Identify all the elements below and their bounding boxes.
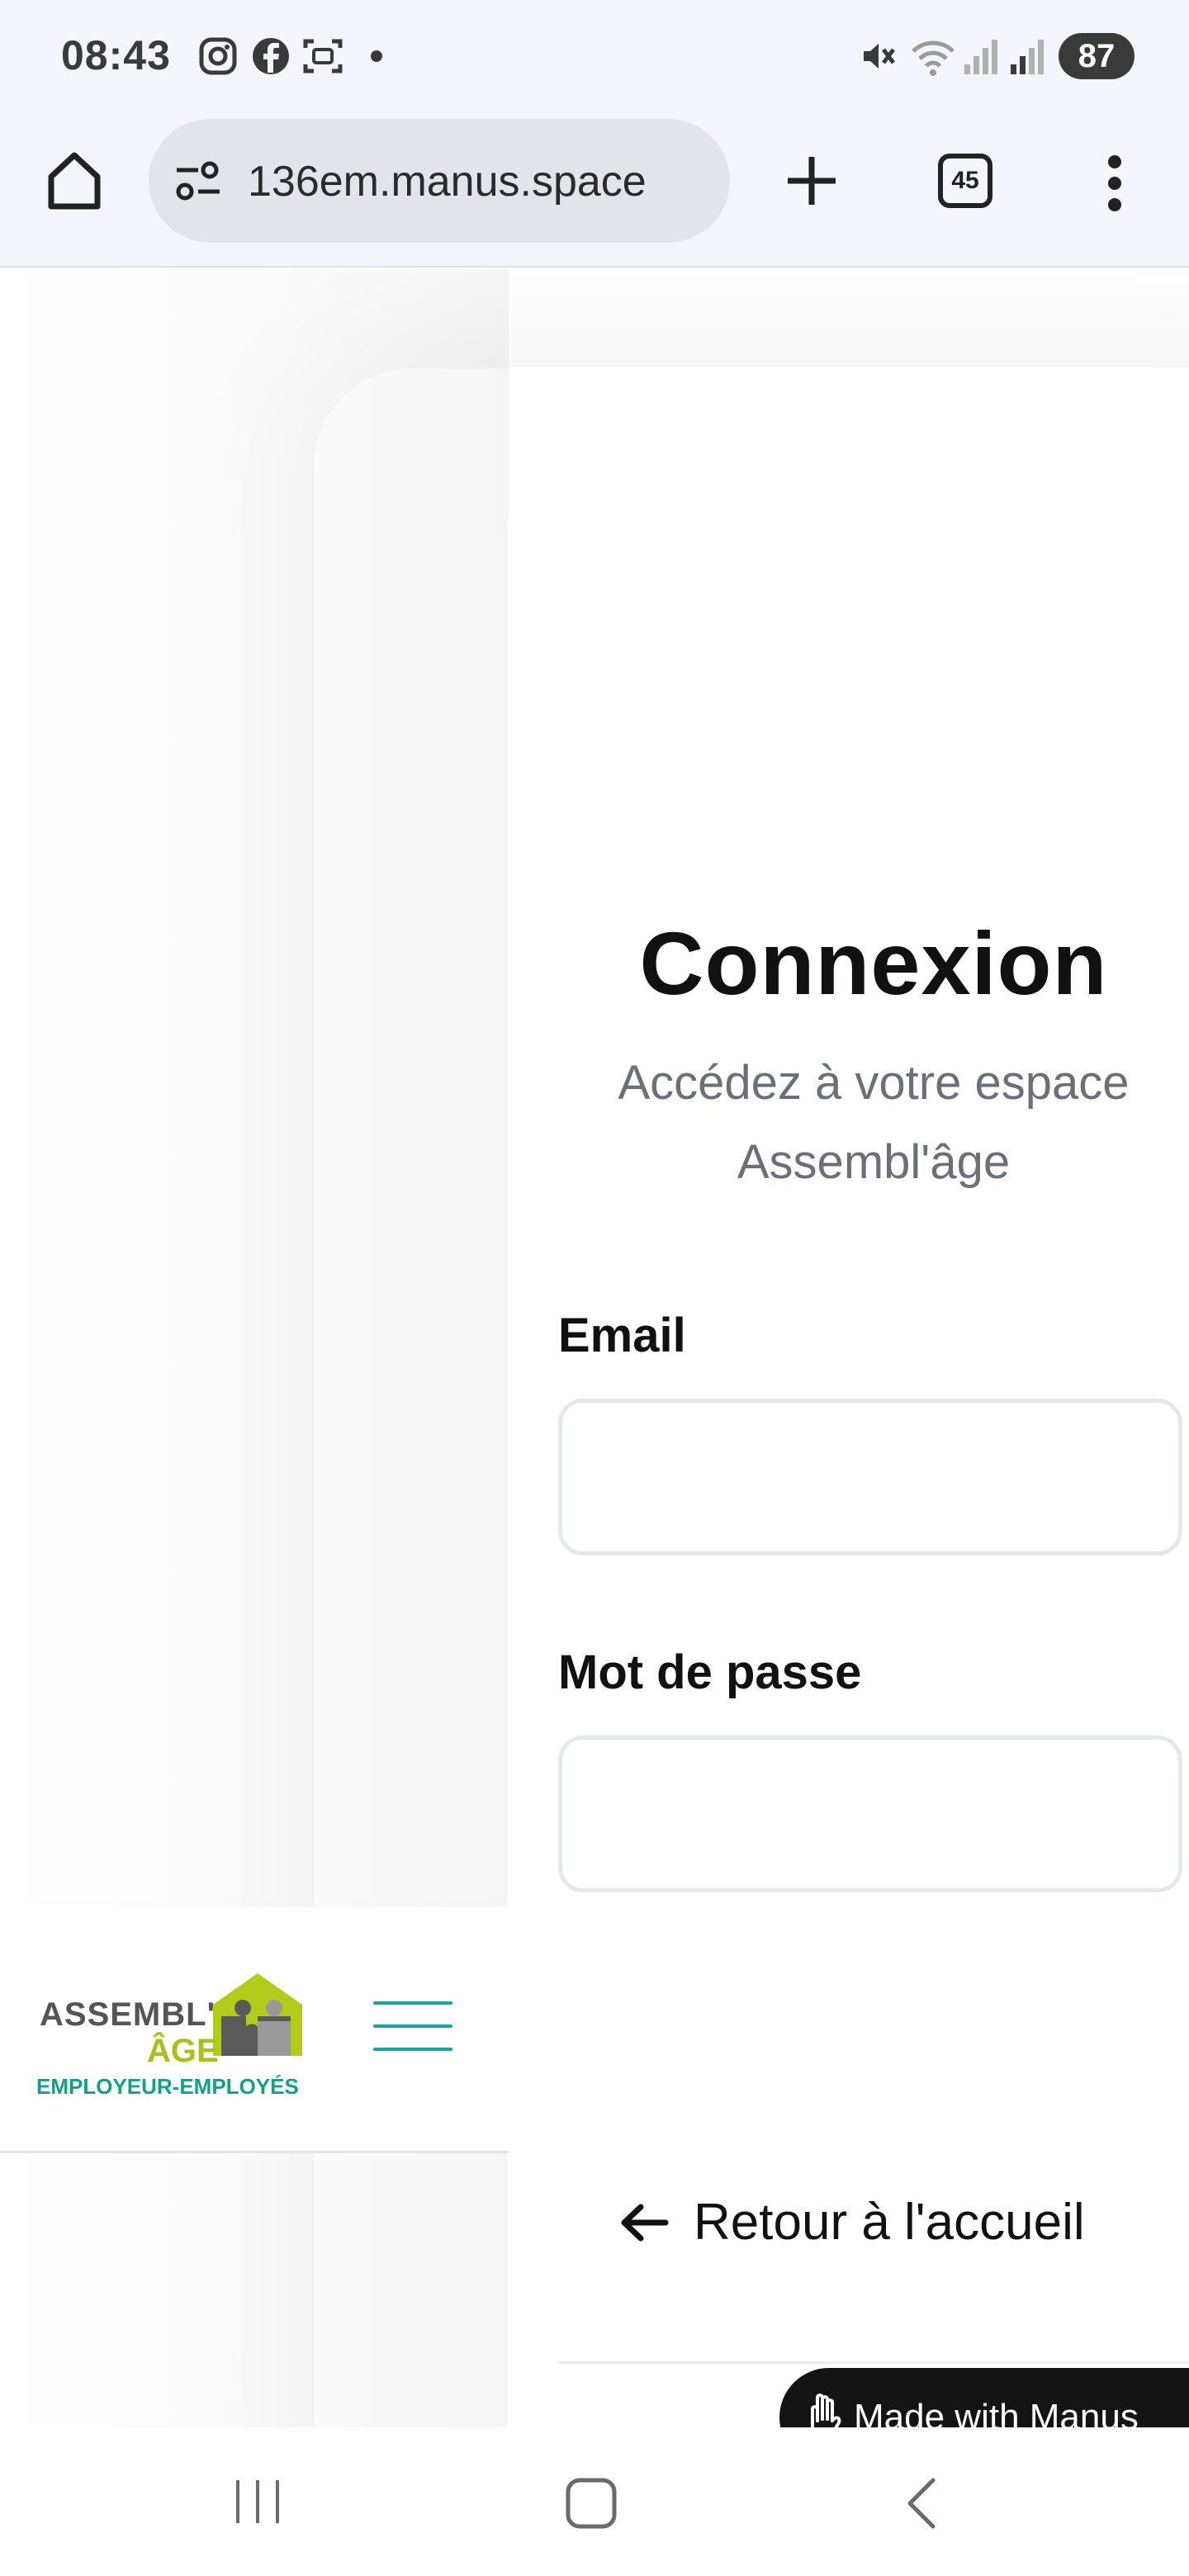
menu-icon[interactable]: [1106, 154, 1123, 213]
card-divider: [558, 2361, 1189, 2364]
login-title: Connexion: [639, 913, 1108, 1013]
password-label: Mot de passe: [558, 1646, 862, 1699]
home-button-icon[interactable]: [565, 2477, 618, 2530]
wifi-icon: [912, 40, 955, 76]
instagram-icon: [199, 37, 237, 75]
password-field[interactable]: [558, 1735, 1182, 1892]
home-icon[interactable]: [45, 149, 104, 211]
logo-text-2: ÂGE: [147, 2033, 219, 2069]
new-tab-icon[interactable]: [784, 154, 839, 208]
address-bar[interactable]: 136em.manus.space: [149, 119, 730, 243]
mute-icon: [864, 44, 895, 69]
facebook-icon: [253, 38, 289, 74]
signal-icon: [1011, 40, 1044, 74]
system-nav-bar: [0, 2427, 1189, 2576]
logo-text-3: EMPLOYEUR-EMPLOYÉS: [36, 2074, 299, 2099]
back-home-link[interactable]: Retour à l'accueil: [619, 2193, 1085, 2252]
web-page: Connexion Accédez à votre espace Assembl…: [0, 269, 1189, 2427]
browser-toolbar: 136em.manus.space 45: [0, 112, 1189, 268]
login-subtitle: Accédez à votre espace Assembl'âge: [618, 1056, 1130, 1189]
site-header: ASSEMBL' ÂGE EMPLOYEUR-EMPLOYÉS: [0, 1907, 509, 2153]
tabs-icon[interactable]: 45: [938, 154, 992, 208]
site-settings-icon[interactable]: [173, 159, 223, 203]
site-logo[interactable]: ASSEMBL' ÂGE EMPLOYEUR-EMPLOYÉS: [36, 1972, 309, 2099]
back-button-icon[interactable]: [905, 2477, 938, 2530]
hamburger-menu-icon[interactable]: [373, 2001, 452, 2054]
recent-apps-icon[interactable]: [233, 2477, 282, 2526]
url-text[interactable]: 136em.manus.space: [248, 157, 718, 206]
screenshot-icon: [303, 39, 343, 73]
status-time: 08:43: [61, 32, 171, 78]
status-bar: 08:43 87: [0, 0, 1189, 112]
logo-text-1: ASSEMBL': [40, 1996, 216, 2033]
email-field[interactable]: [558, 1399, 1182, 1556]
back-home-label: Retour à l'accueil: [694, 2194, 1085, 2251]
dot-icon: [371, 50, 382, 62]
puzzle-house-icon: [213, 1973, 302, 2056]
arrow-left-icon: [621, 2204, 669, 2241]
battery-indicator: 87: [1059, 33, 1135, 79]
email-label: Email: [558, 1309, 686, 1362]
signal-icon: [964, 40, 997, 74]
